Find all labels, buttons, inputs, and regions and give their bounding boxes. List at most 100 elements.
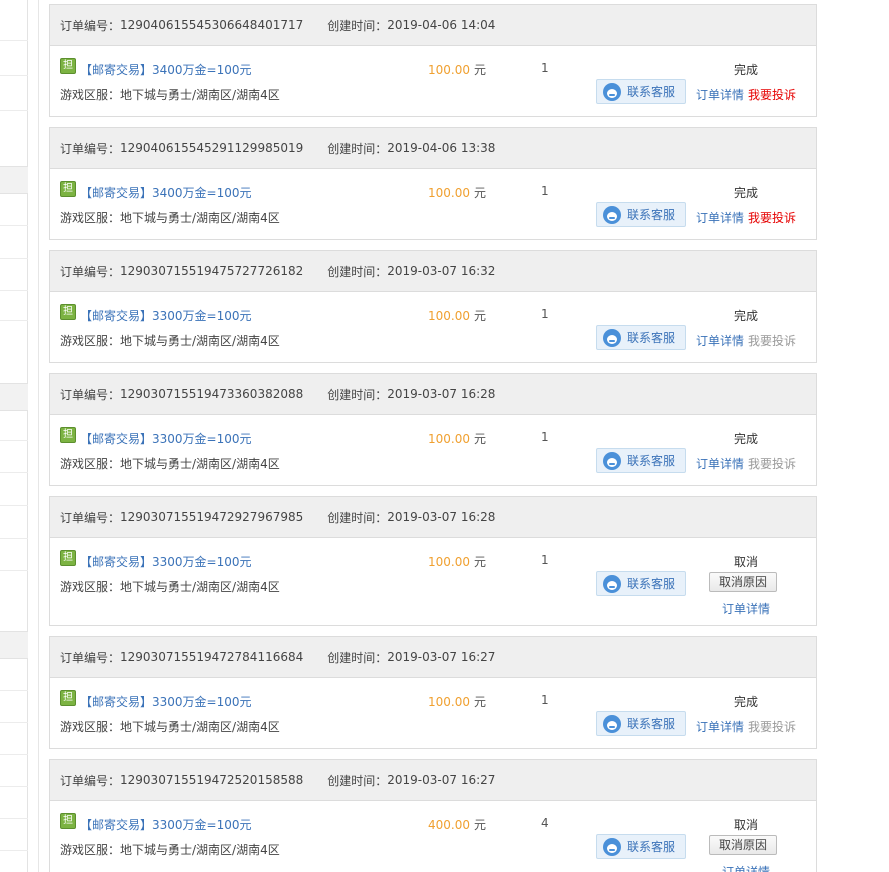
complain-link[interactable]: 我要投诉 <box>748 211 796 225</box>
order-header: 订单编号： 129030715519472927967985 创建时间： 2019-0… <box>50 497 816 538</box>
left-sidebar <box>0 0 28 872</box>
contact-service-label: 联系客服 <box>627 85 676 99</box>
order-detail-link[interactable]: 订单详情 <box>696 720 744 734</box>
order-status: 完成 <box>734 695 759 709</box>
created-time: 2019-03-07 16:32 <box>387 264 496 278</box>
order-price: 100.00 元 <box>428 61 486 78</box>
created-time: 2019-04-06 13:38 <box>387 141 496 155</box>
guarantee-badge-icon: 担 <box>60 690 76 706</box>
sidebar-divider <box>0 850 28 851</box>
order-header: 订单编号： 129030715519472520158588 创建时间： 2019-0… <box>50 760 816 801</box>
product-title-link[interactable]: 【邮寄交易】3300万金=100元 <box>80 816 252 833</box>
customer-service-icon <box>603 574 621 593</box>
contact-service-button[interactable]: 联系客服 <box>596 711 686 736</box>
order-number: 129030715519472784116684 <box>120 650 304 664</box>
order-detail-link[interactable]: 订单详情 <box>696 457 744 471</box>
order-quantity: 1 <box>541 430 549 444</box>
order-actions: 订单详情 我要投诉 <box>696 209 796 226</box>
contact-service-label: 联系客服 <box>627 331 676 345</box>
order-detail-link[interactable]: 订单详情 <box>696 334 744 348</box>
customer-service-icon <box>603 837 621 856</box>
cancel-reason-button[interactable]: 取消原因 <box>709 835 777 855</box>
order-card: 订单编号： 12904061554529112998501​9 创建时间： 2019-… <box>49 127 817 240</box>
complain-link[interactable]: 我要投诉 <box>748 88 796 102</box>
guarantee-badge-icon: 担 <box>60 181 76 197</box>
region-value: 地下城与勇士/湖南区/湖南4区 <box>120 334 280 348</box>
sidebar-section-header <box>0 631 28 659</box>
region-value: 地下城与勇士/湖南区/湖南4区 <box>120 457 280 471</box>
order-number-label: 订单编号： <box>60 264 121 279</box>
product-title-link[interactable]: 【邮寄交易】3300万金=100元 <box>80 553 252 570</box>
contact-service-button[interactable]: 联系客服 <box>596 325 686 350</box>
sidebar-section-header <box>0 166 28 194</box>
product-title-link[interactable]: 【邮寄交易】3300万金=100元 <box>80 430 252 447</box>
contact-service-label: 联系客服 <box>627 577 676 591</box>
order-number-label: 订单编号： <box>60 650 121 665</box>
sidebar-divider <box>0 258 28 259</box>
product-title-link[interactable]: 【邮寄交易】3300万金=100元 <box>80 693 252 710</box>
order-number: 129030715519472927967985 <box>120 510 304 524</box>
order-actions: 订单详情 我要投诉 <box>696 332 796 349</box>
complain-link[interactable]: 我要投诉 <box>748 720 796 734</box>
sidebar-divider <box>0 722 28 723</box>
order-quantity: 4 <box>541 816 549 830</box>
order-card: 订单编号： 129030715519475727726182 创建时间： 2019-0… <box>49 250 817 363</box>
order-number-label: 订单编号： <box>60 510 121 525</box>
product-title-link[interactable]: 【邮寄交易】3300万金=100元 <box>80 307 252 324</box>
order-price: 100.00 元 <box>428 693 486 710</box>
sidebar-divider <box>0 225 28 226</box>
created-time-label: 创建时间： <box>327 141 388 156</box>
order-header: 订单编号： 12904061554530664840171​7 创建时间： 2019-… <box>50 5 816 46</box>
order-detail-link[interactable]: 订单详情 <box>722 863 770 872</box>
created-time: 2019-04-06 14:04 <box>387 18 496 32</box>
region-value: 地下城与勇士/湖南区/湖南4区 <box>120 211 280 225</box>
contact-service-button[interactable]: 联系客服 <box>596 202 686 227</box>
contact-service-label: 联系客服 <box>627 454 676 468</box>
order-detail-link[interactable]: 订单详情 <box>722 600 770 617</box>
sidebar-divider <box>0 290 28 291</box>
order-price: 100.00 元 <box>428 430 486 447</box>
order-detail-link[interactable]: 订单详情 <box>696 88 744 102</box>
contact-service-button[interactable]: 联系客服 <box>596 448 686 473</box>
region-value: 地下城与勇士/湖南区/湖南4区 <box>120 88 280 102</box>
order-header: 订单编号： 129030715519472784116684 创建时间： 2019-0… <box>50 637 816 678</box>
contact-service-label: 联系客服 <box>627 717 676 731</box>
order-detail-link[interactable]: 订单详情 <box>696 211 744 225</box>
price-value: 100.00 <box>428 695 470 709</box>
order-actions: 订单详情 我要投诉 <box>696 718 796 735</box>
sidebar-divider <box>0 110 28 111</box>
order-card: 订单编号： 129030715519472927967985 创建时间： 2019-0… <box>49 496 817 626</box>
contact-service-button[interactable]: 联系客服 <box>596 571 686 596</box>
order-card: 订单编号： 129030715519473360382088 创建时间： 2019-0… <box>49 373 817 486</box>
order-actions: 订单详情 我要投诉 <box>696 455 796 472</box>
order-number: 12904061554529112998501​9 <box>120 141 304 155</box>
price-value: 100.00 <box>428 309 470 323</box>
contact-service-button[interactable]: 联系客服 <box>596 79 686 104</box>
game-region: 游戏区服：地下城与勇士/湖南区/湖南4区 <box>60 86 280 103</box>
sidebar-divider <box>0 538 28 539</box>
price-value: 100.00 <box>428 63 470 77</box>
sidebar-divider <box>0 440 28 441</box>
product-title-link[interactable]: 【邮寄交易】3400万金=100元 <box>80 184 252 201</box>
sidebar-divider <box>0 40 28 41</box>
order-price: 400.00 元 <box>428 816 486 833</box>
created-time: 2019-03-07 16:27 <box>387 773 496 787</box>
order-header: 订单编号： 12904061554529112998501​9 创建时间： 2019-… <box>50 128 816 169</box>
cancel-reason-button[interactable]: 取消原因 <box>709 572 777 592</box>
complain-link[interactable]: 我要投诉 <box>748 334 796 348</box>
complain-link[interactable]: 我要投诉 <box>748 457 796 471</box>
guarantee-badge-icon: 担 <box>60 304 76 320</box>
created-time-label: 创建时间： <box>327 264 388 279</box>
content-divider <box>38 0 39 872</box>
order-number: 129030715519475727726182 <box>120 264 304 278</box>
contact-service-button[interactable]: 联系客服 <box>596 834 686 859</box>
created-time-label: 创建时间： <box>327 18 388 33</box>
customer-service-icon <box>603 451 621 470</box>
product-title-link[interactable]: 【邮寄交易】3400万金=100元 <box>80 61 252 78</box>
order-status: 取消 <box>734 818 759 832</box>
order-number: 12904061554530664840171​7 <box>120 18 304 32</box>
region-label: 游戏区服： <box>60 211 121 225</box>
sidebar-divider <box>0 570 28 571</box>
price-value: 100.00 <box>428 186 470 200</box>
price-unit: 元 <box>474 695 487 709</box>
